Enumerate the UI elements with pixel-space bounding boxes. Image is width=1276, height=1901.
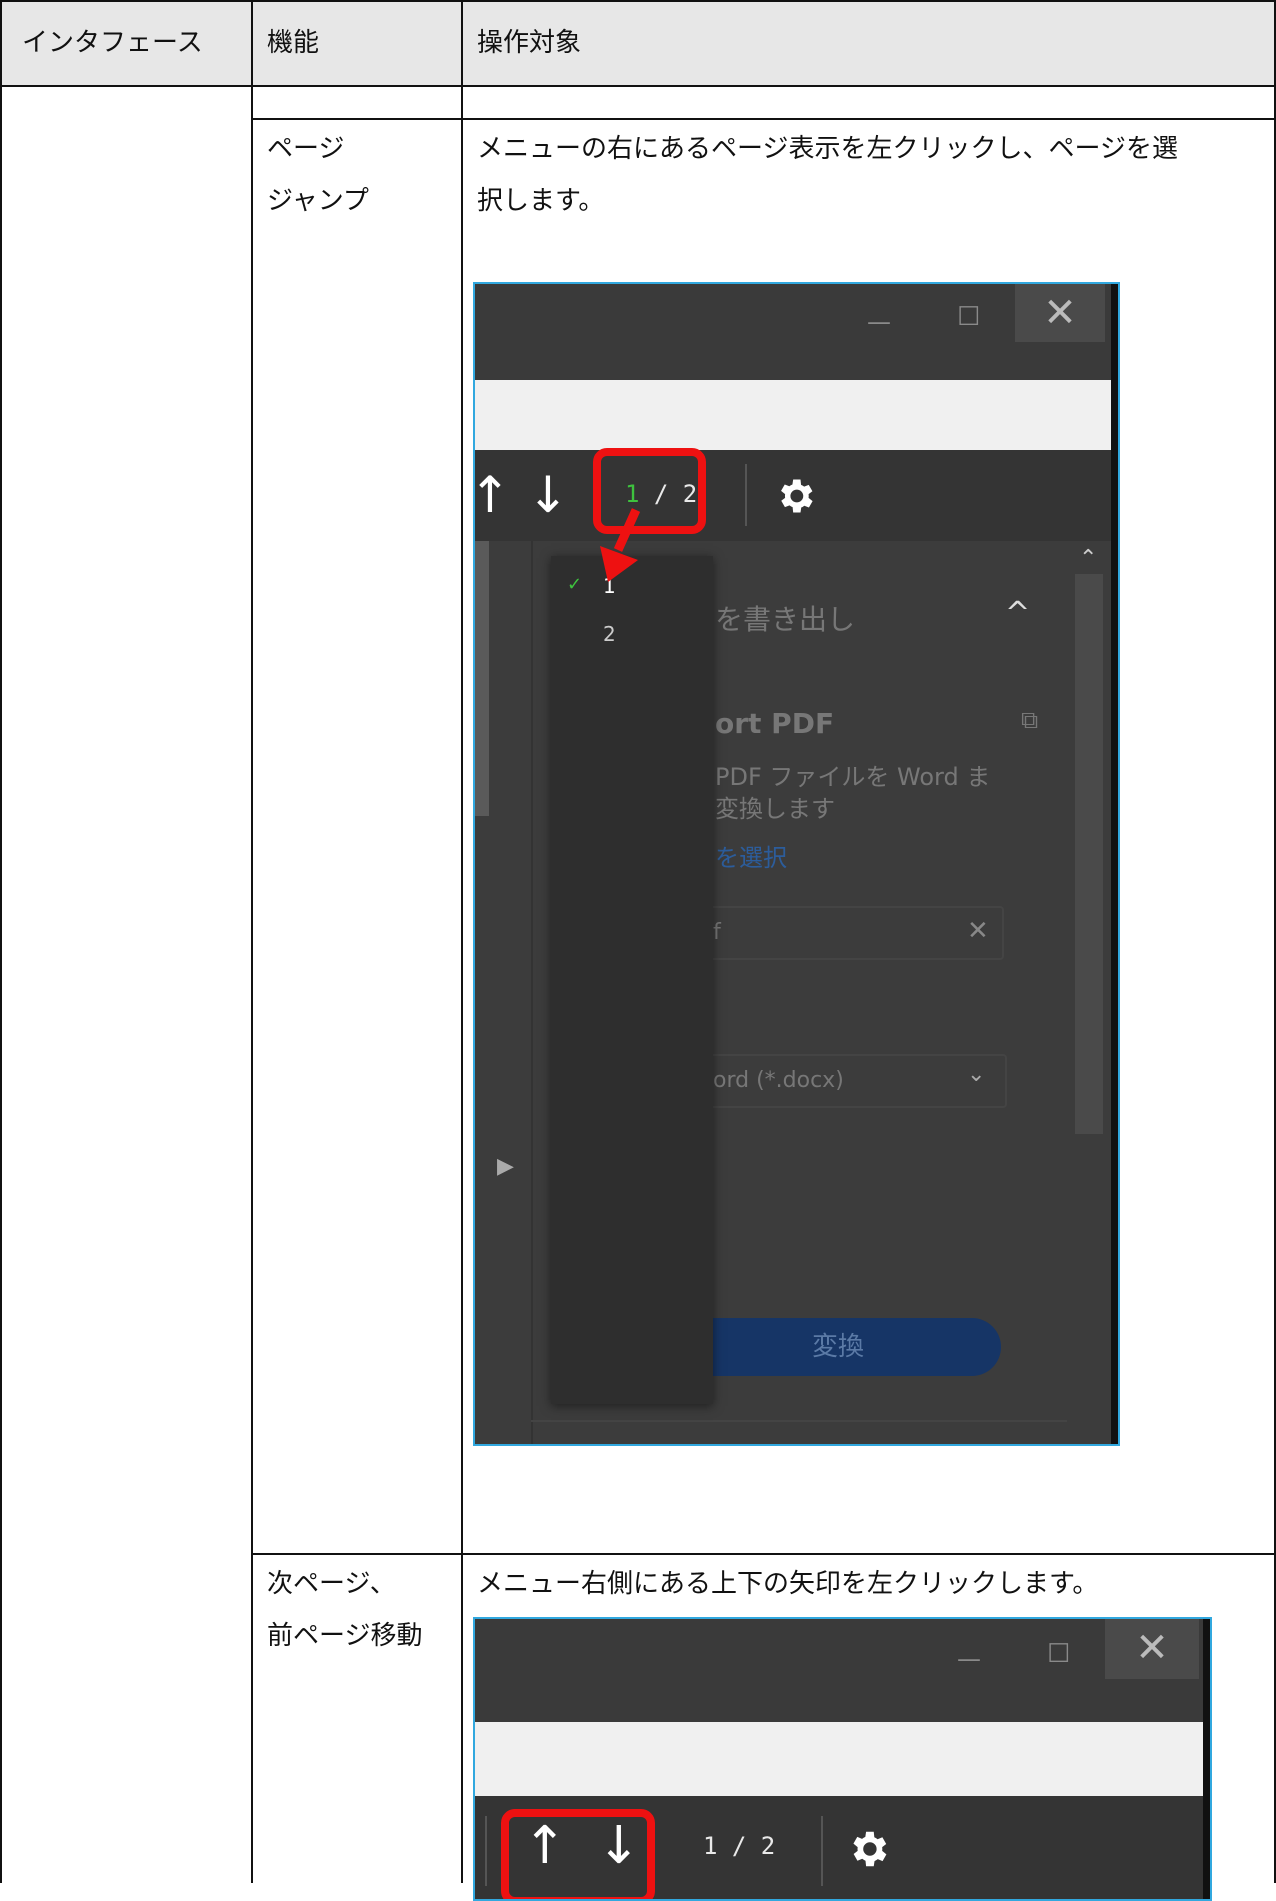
left-scroll-strip [475, 541, 489, 816]
panel-scrollbar[interactable] [1075, 574, 1103, 1134]
page-move-screenshot: — ☐ ✕ ↑ ↓ 1 / 2 [473, 1617, 1212, 1901]
format-select[interactable]: ord (*.docx) ⌄ [675, 1054, 1007, 1108]
menu-bar [475, 1722, 1210, 1796]
header-function: 機能 [267, 28, 320, 58]
maximize-icon[interactable]: ☐ [957, 302, 980, 332]
minimize-icon[interactable]: — [957, 1645, 981, 1673]
row1-description-line1: メニューの右にあるページ表示を左クリックし、ページを選 [477, 134, 1178, 164]
row2-description: メニュー右側にある上下の矢印を左クリックします。 [477, 1569, 1099, 1599]
page-indicator[interactable]: 1 / 2 [703, 1832, 775, 1860]
window-right-shadow [1203, 1619, 1210, 1899]
arrow-buttons-highlight [501, 1809, 655, 1899]
clear-icon[interactable]: ✕ [967, 916, 989, 946]
page-option-2[interactable]: 2 [551, 618, 713, 654]
page-dropdown: ✓ 1 2 [551, 556, 713, 1404]
convert-button-label: 変換 [811, 1332, 864, 1362]
translate-icon: ⧉ [1021, 706, 1039, 734]
header-bottom-border [0, 85, 1276, 87]
maximize-icon[interactable]: ☐ [1047, 1639, 1070, 1669]
toolbar-separator [821, 1816, 823, 1886]
export-section-title: を書き出し [715, 603, 856, 636]
chevron-down-icon: ⌄ [967, 1062, 986, 1087]
minimize-icon[interactable]: — [867, 308, 891, 336]
gear-icon[interactable] [845, 1826, 891, 1872]
page-option-label: 2 [603, 622, 616, 646]
table-left-border [0, 0, 2, 1883]
menu-bar [475, 380, 1118, 450]
viewer-toolbar: ↑ ↓ 1 / 2 [475, 450, 1118, 541]
close-button[interactable]: ✕ [1105, 1619, 1199, 1679]
header-interface: インタフェース [22, 28, 203, 58]
panel-left-edge [531, 541, 533, 1444]
export-description-line1: PDF ファイルを Word ま [715, 763, 991, 791]
file-field-value: f [713, 920, 721, 945]
collapse-chevron-icon[interactable]: ^ [1005, 596, 1030, 631]
up-arrow-icon[interactable]: ↑ [475, 466, 511, 524]
gear-icon[interactable] [773, 474, 817, 518]
file-field[interactable]: f ✕ [675, 906, 1004, 960]
down-arrow-icon[interactable]: ↓ [527, 466, 569, 524]
empty-row-border [251, 118, 1276, 120]
scroll-up-icon[interactable]: ⌃ [1079, 546, 1097, 571]
row1-function-line2: ジャンプ [267, 186, 369, 216]
page-jump-screenshot: — ☐ ✕ ↑ ↓ 1 / 2 ▶ ⌃ を書き出し ^ ort PDF ⧉ PD… [473, 282, 1120, 1446]
export-pdf-title: ort PDF [715, 707, 835, 740]
pointer-arrow [600, 508, 641, 582]
row1-description-line2: 択します。 [477, 186, 605, 216]
close-icon: ✕ [1043, 290, 1077, 336]
table-top-border [0, 0, 1276, 2]
panel-divider [531, 1420, 1067, 1422]
window-right-shadow [1111, 284, 1118, 1444]
close-icon: ✕ [1135, 1625, 1169, 1671]
close-button[interactable]: ✕ [1015, 284, 1105, 342]
row1-function-line1: ページ [267, 134, 345, 164]
select-file-link[interactable]: を選択 [715, 832, 787, 884]
expand-triangle-icon[interactable]: ▶ [497, 1154, 514, 1179]
convert-button[interactable]: 変換 [675, 1318, 1001, 1376]
export-description-line2: 変換します [715, 795, 835, 823]
toolbar-left-separator [485, 1816, 487, 1886]
row2-function-line1: 次ページ、 [267, 1569, 396, 1599]
row2-function-line2: 前ページ移動 [267, 1621, 423, 1651]
toolbar-separator [745, 464, 747, 526]
column-divider-1 [251, 0, 253, 1883]
row-divider [251, 1553, 1276, 1555]
window-titlebar: — ☐ ✕ [475, 284, 1118, 380]
header-operation-target: 操作対象 [477, 28, 582, 58]
window-titlebar: — ☐ ✕ [475, 1619, 1210, 1722]
column-divider-2 [461, 0, 463, 1883]
format-select-value: ord (*.docx) [713, 1068, 844, 1093]
